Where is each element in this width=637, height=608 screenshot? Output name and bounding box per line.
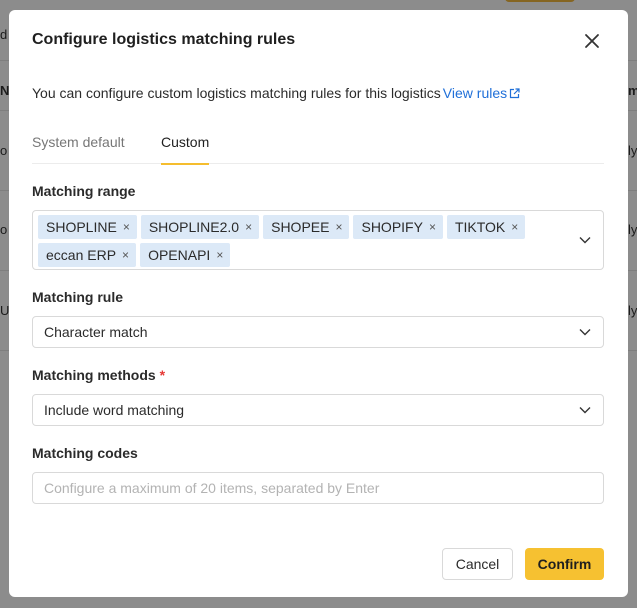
platform-tag: SHOPEE ×	[263, 215, 350, 239]
close-button[interactable]	[581, 30, 603, 52]
rule-tabs: System default Custom	[32, 130, 604, 165]
tag-remove-icon[interactable]: ×	[216, 248, 223, 262]
tag-row: SHOPLINE × SHOPLINE2.0 × SHOPEE × SHOPIFY × …	[38, 215, 563, 239]
tag-remove-icon[interactable]: ×	[511, 220, 518, 234]
platform-tag: SHOPLINE2.0 ×	[140, 215, 260, 239]
matching-rule-label: Matching rule	[32, 289, 124, 305]
external-link-icon	[510, 87, 520, 98]
tag-label: SHOPEE	[271, 219, 330, 235]
platform-tag: eccan ERP ×	[38, 243, 137, 267]
dialog-description: You can configure custom logistics match…	[32, 85, 520, 101]
tag-remove-icon[interactable]: ×	[335, 220, 342, 234]
matching-codes-input[interactable]	[32, 472, 604, 504]
tab-system-default[interactable]: System default	[32, 134, 125, 164]
tag-row: eccan ERP × OPENAPI ×	[38, 243, 563, 267]
matching-range-label: Matching range	[32, 183, 136, 199]
cancel-button[interactable]: Cancel	[442, 548, 513, 580]
matching-codes-label: Matching codes	[32, 445, 138, 461]
dialog-title: Configure logistics matching rules	[32, 31, 296, 48]
tab-custom[interactable]: Custom	[161, 134, 210, 165]
matching-rule-select[interactable]: Character match	[32, 316, 604, 348]
matching-rule-value: Character match	[44, 324, 148, 340]
tag-label: eccan ERP	[46, 247, 117, 263]
platform-tag: OPENAPI ×	[140, 243, 231, 267]
view-rules-link[interactable]: View rules	[443, 85, 520, 101]
tag-remove-icon[interactable]: ×	[123, 220, 130, 234]
confirm-button[interactable]: Confirm	[525, 548, 604, 580]
tag-remove-icon[interactable]: ×	[429, 220, 436, 234]
platform-tag: SHOPIFY ×	[353, 215, 443, 239]
required-mark: *	[159, 367, 166, 383]
tag-label: SHOPIFY	[361, 219, 423, 235]
chevron-down-icon	[579, 327, 591, 337]
matching-methods-label: Matching methods *	[32, 367, 165, 383]
tag-label: SHOPLINE2.0	[148, 219, 240, 235]
tag-remove-icon[interactable]: ×	[122, 248, 129, 262]
tag-label: TIKTOK	[454, 219, 506, 235]
matching-methods-label-text: Matching methods	[32, 367, 156, 383]
tag-remove-icon[interactable]: ×	[245, 220, 252, 234]
chevron-down-icon	[579, 405, 591, 415]
matching-rules-dialog: Configure logistics matching rules You c…	[9, 10, 628, 597]
chevron-down-icon	[579, 235, 591, 245]
platform-tag: SHOPLINE ×	[38, 215, 137, 239]
platform-tag: TIKTOK ×	[446, 215, 526, 239]
description-text: You can configure custom logistics match…	[32, 85, 441, 101]
matching-range-select[interactable]: SHOPLINE × SHOPLINE2.0 × SHOPEE × SHOPIFY × …	[32, 210, 604, 270]
matching-methods-value: Include word matching	[44, 402, 185, 418]
matching-methods-select[interactable]: Include word matching	[32, 394, 604, 426]
tag-label: OPENAPI	[148, 247, 211, 263]
close-icon	[585, 34, 599, 48]
view-rules-label: View rules	[442, 85, 508, 101]
tag-label: SHOPLINE	[46, 219, 117, 235]
